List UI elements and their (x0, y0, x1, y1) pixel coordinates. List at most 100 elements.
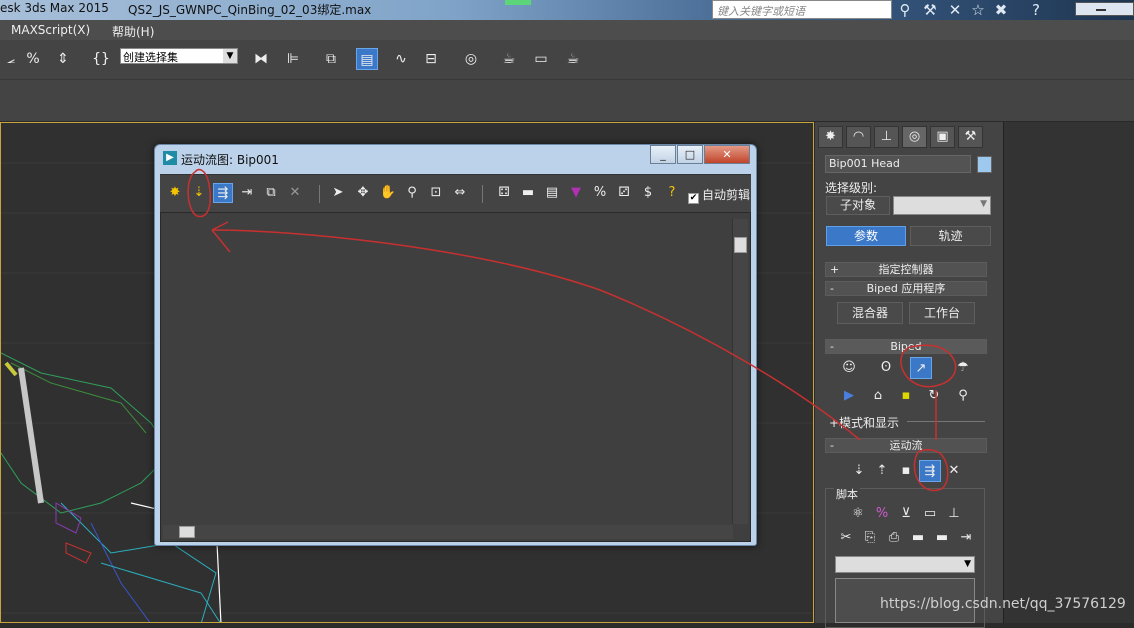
auto-clip-checkbox[interactable]: ✔ 自动剪辑 (688, 186, 750, 204)
pan-icon[interactable]: ✋ (378, 183, 398, 203)
layer-icon[interactable]: ⧉ (320, 48, 342, 70)
spinner-snap-icon[interactable]: ⇕ (52, 48, 74, 70)
motion-flow-mode-icon[interactable]: ↗ (910, 357, 932, 379)
select-icon[interactable]: ➤ (328, 183, 348, 203)
rollout-motion-flow[interactable]: - 运动流 (825, 438, 987, 453)
checkbox-check[interactable]: ✔ (688, 193, 699, 204)
append-icon[interactable]: ⇡ (871, 460, 893, 482)
curve-editor-icon[interactable]: ∿ (390, 48, 412, 70)
minimize-button[interactable]: _ (650, 145, 676, 164)
dollar-icon[interactable]: $ (638, 183, 658, 203)
load-file-icon[interactable]: ⌂ (867, 385, 889, 407)
play-biped-icon[interactable]: ▶ (838, 385, 860, 407)
motion-tab-icon[interactable]: ◎ (902, 126, 927, 148)
edit-named-selection-icon[interactable]: {} (90, 48, 112, 70)
binoculars-icon[interactable]: ⚲ (895, 0, 915, 20)
show-graph-icon[interactable]: ⇶ (213, 183, 233, 203)
set-start-icon[interactable]: ⊥ (943, 503, 965, 525)
delete-icon[interactable]: ✕ (285, 183, 305, 203)
selection-set-dropdown[interactable]: 创建选择集 ▼ (120, 48, 238, 64)
go-to-icon[interactable]: ⇥ (955, 527, 977, 549)
scroll-thumb[interactable] (734, 237, 747, 253)
object-name-field[interactable]: Bip001 Head (825, 155, 971, 173)
define-transition-icon[interactable]: ⇥ (237, 183, 257, 203)
star-icon[interactable]: ☆ (968, 0, 988, 20)
insert-icon[interactable]: ▬ (907, 527, 929, 549)
mirror-icon[interactable]: ⧓ (250, 48, 272, 70)
vertical-scrollbar[interactable] (732, 219, 748, 524)
params-button[interactable]: 参数 (826, 226, 906, 246)
create-random-icon[interactable]: ⚛ (847, 503, 869, 525)
minimize-icon[interactable] (1075, 2, 1134, 16)
script-list-icon[interactable]: ▭ (919, 503, 941, 525)
random-icon[interactable]: ⚂ (614, 183, 634, 203)
percent-icon[interactable]: % (871, 503, 893, 525)
load-clip-icon[interactable]: ⇣ (189, 183, 209, 203)
paste-icon[interactable]: ⎙ (883, 527, 905, 549)
footstep-mode-icon[interactable]: ʘ (875, 357, 897, 379)
x-logo-icon[interactable]: ✖ (991, 0, 1011, 20)
menu-maxscript[interactable]: MAXScript(X) (11, 23, 90, 37)
delete-script-icon[interactable]: ▬ (931, 527, 953, 549)
script-dropdown[interactable]: ▼ (835, 556, 975, 573)
rollout-biped-apps[interactable]: - Biped 应用程序 (825, 281, 987, 296)
color-icon[interactable]: ▼ (566, 183, 586, 203)
maximize-button[interactable]: □ (677, 145, 703, 164)
unify-motion-icon[interactable]: ✕ (943, 460, 965, 482)
scroll-thumb[interactable] (179, 526, 195, 538)
load-mfe-icon[interactable]: ⇣ (848, 460, 870, 482)
wrench-icon[interactable]: ⚒ (920, 0, 940, 20)
create-tab-icon[interactable]: ✸ (818, 126, 843, 148)
optimize-icon[interactable]: ⧉ (261, 183, 281, 203)
frame-icon[interactable]: ⇔ (450, 183, 470, 203)
layout-icon[interactable]: ▤ (542, 183, 562, 203)
menu-help[interactable]: 帮助(H) (112, 23, 154, 40)
display-tab-icon[interactable]: ▣ (930, 126, 955, 148)
x-icon[interactable]: ✕ (945, 0, 965, 20)
render-icon[interactable]: ☕ (562, 48, 584, 70)
schematic-view-icon[interactable]: ⊟ (420, 48, 442, 70)
rollout-assign-controller[interactable]: + 指定控制器 (825, 262, 987, 277)
sub-object-button[interactable]: 子对象 (826, 196, 890, 215)
track-button[interactable]: 轨迹 (910, 226, 991, 246)
hierarchy-tab-icon[interactable]: ⊥ (874, 126, 899, 148)
zoom-icon[interactable]: ⚲ (402, 183, 422, 203)
mixer-button[interactable]: 混合器 (837, 302, 903, 324)
horizontal-scrollbar[interactable] (163, 525, 733, 539)
scene-explorer-icon[interactable]: ▤ (356, 48, 378, 70)
save-mfe-icon[interactable]: ▪ (895, 460, 917, 482)
percent-snap-icon[interactable]: % (22, 48, 44, 70)
convert-icon[interactable]: ↻ (923, 385, 945, 407)
show-graph-icon[interactable]: ⇶ (919, 460, 941, 482)
snap-icon[interactable]: ⦟ (0, 48, 22, 70)
align-icon[interactable]: ⊫ (282, 48, 304, 70)
rollout-biped[interactable]: - Biped (825, 339, 987, 354)
modify-tab-icon[interactable]: ◠ (846, 126, 871, 148)
move-icon[interactable]: ✥ (353, 183, 373, 203)
close-button[interactable]: ✕ (704, 145, 750, 164)
utilities-tab-icon[interactable]: ⚒ (958, 126, 983, 148)
render-setup-icon[interactable]: ☕ (498, 48, 520, 70)
material-editor-icon[interactable]: ◎ (460, 48, 482, 70)
motion-flow-canvas[interactable] (160, 212, 751, 542)
sub-object-dropdown[interactable]: ▼ (893, 196, 991, 215)
cut-icon[interactable]: ✂ (835, 527, 857, 549)
copy-icon[interactable]: ⎘ (859, 527, 881, 549)
render-frame-icon[interactable]: ▭ (530, 48, 552, 70)
percent-icon[interactable]: % (590, 183, 610, 203)
create-random-icon[interactable]: ⚃ (494, 183, 514, 203)
mode-display-rollout[interactable]: +模式和显示 (829, 414, 899, 431)
search-input[interactable]: 键入关键字或短语 (712, 0, 892, 19)
zoom-extents-icon[interactable]: ⊡ (426, 183, 446, 203)
help-icon[interactable]: ? (1026, 0, 1046, 20)
unify-icon[interactable]: ▬ (518, 183, 538, 203)
info-icon[interactable]: ? (662, 183, 682, 203)
figure-mode-icon[interactable]: ☺ (838, 357, 860, 379)
save-file-icon[interactable]: ▪ (895, 385, 917, 407)
edit-script-icon[interactable]: ⊻ (895, 503, 917, 525)
object-color-swatch[interactable] (977, 156, 992, 173)
move-all-icon[interactable]: ⚲ (952, 385, 974, 407)
workbench-button[interactable]: 工作台 (909, 302, 975, 324)
mixer-mode-icon[interactable]: ☂ (952, 357, 974, 379)
create-clip-icon[interactable]: ✸ (165, 183, 185, 203)
